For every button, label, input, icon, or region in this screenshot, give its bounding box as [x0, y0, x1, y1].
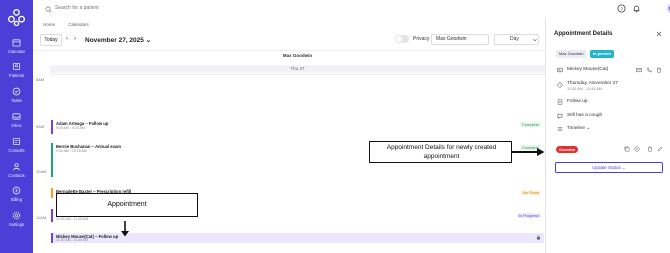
appointment-reason: Follow up [567, 99, 588, 104]
appointment-time-range: 11:30 AM - 11:45 AM [567, 87, 602, 91]
lock-icon [537, 235, 540, 240]
annotation-details-text: Appointment Details for newly created ap… [386, 144, 497, 160]
appointment-block[interactable]: Adam Arteaga – Follow up 9:00 AM - 9:15 … [51, 120, 544, 134]
annotation-appointment-box: Appointment [56, 193, 198, 217]
appointment-time: 9:30 AM - 10:15 AM [56, 149, 87, 153]
search-icon [45, 6, 52, 13]
delete-icon[interactable] [647, 146, 653, 152]
appointment-note: Still has a cough [567, 113, 603, 118]
privacy-toggle[interactable] [395, 35, 409, 43]
arrow-down-icon [121, 221, 129, 237]
sidebar-item-label: Consults [8, 148, 25, 153]
hour-label: 11AM [36, 215, 47, 220]
trash-icon[interactable] [656, 67, 662, 73]
inbox-icon [12, 113, 21, 120]
provider-select[interactable]: Max Goodwin [431, 34, 489, 45]
sidebar: Calendar Patients Tasks Inbox Consults C… [0, 0, 33, 253]
timeline-icon [557, 127, 563, 131]
day-header: Thu 27 [50, 65, 545, 73]
sidebar-item-label: Inbox [11, 123, 22, 128]
privacy-label: Privacy [413, 36, 430, 42]
svg-text:$: $ [636, 147, 638, 151]
sidebar-item-label: Billing [10, 197, 23, 202]
visit-type-tag: In person [590, 50, 615, 58]
hour-label: 9AM [36, 124, 45, 129]
sidebar-item-label: Tasks [11, 98, 22, 103]
patient-search[interactable] [43, 4, 293, 15]
timeline-toggle[interactable]: Timeline ⌄ [567, 126, 590, 131]
appointment-time: 9:00 AM - 9:15 AM [56, 126, 85, 130]
sidebar-item-calendar[interactable]: Calendar [0, 38, 33, 54]
patients-icon [12, 62, 21, 71]
sidebar-item-settings[interactable]: Settings [0, 211, 33, 227]
chevron-down-icon [533, 38, 537, 42]
sidebar-item-inbox[interactable]: Inbox [0, 112, 33, 128]
hour-label: 10AM [36, 169, 47, 174]
note-icon [557, 113, 563, 119]
sidebar-item-label: Contacts [8, 173, 25, 178]
billing-icon: $ [12, 186, 21, 195]
next-day-button[interactable]: › [74, 36, 76, 42]
provider-column-header: Max Goodwin [282, 53, 313, 58]
sidebar-item-consults[interactable]: Consults [0, 137, 33, 153]
sidebar-item-contacts[interactable]: Contacts [0, 162, 33, 178]
copy-icon[interactable] [624, 146, 630, 152]
svg-text:$: $ [15, 188, 18, 193]
bell-icon[interactable] [632, 4, 641, 13]
mail-icon[interactable] [636, 67, 642, 73]
today-button[interactable]: Today [40, 34, 62, 46]
calendar-icon [12, 39, 21, 47]
appointment-details-panel: Appointment Details Max Goodwin In perso… [545, 18, 670, 253]
sidebar-item-label: Settings [8, 222, 25, 227]
help-icon[interactable]: ? [617, 4, 626, 13]
patient-card-icon [557, 67, 563, 73]
sidebar-item-billing[interactable]: $ Billing [0, 186, 33, 202]
phone-icon[interactable] [646, 67, 652, 73]
patient-name[interactable]: Mickey Mouse(Cat) [567, 67, 608, 72]
date-picker-title[interactable]: November 27, 2025 ⌄ [85, 36, 151, 44]
breadcrumb-home[interactable]: Home [43, 22, 55, 27]
billing-action-icon[interactable]: $ [634, 146, 640, 152]
status-badge: In Progress [516, 213, 541, 218]
svg-text:?: ? [620, 6, 623, 12]
settings-icon [12, 211, 21, 220]
status-badge: Complete [519, 122, 541, 127]
search-input[interactable] [55, 5, 255, 11]
edit-icon[interactable] [657, 146, 663, 152]
sidebar-item-tasks[interactable]: Tasks [0, 87, 33, 103]
top-bar: ? MG + [33, 0, 670, 18]
close-icon[interactable] [656, 31, 662, 37]
hour-label: 8AM [36, 77, 45, 82]
consults-icon [12, 137, 21, 146]
sidebar-item-label: Patients [8, 73, 25, 78]
tasks-icon [12, 87, 21, 96]
app-logo-icon[interactable] [8, 9, 25, 26]
provider-tag: Max Goodwin [556, 50, 587, 58]
sidebar-item-patients[interactable]: Patients [0, 62, 33, 78]
sidebar-item-label: Calendar [8, 49, 25, 54]
hour-line [50, 74, 545, 75]
view-select-value: Day [510, 36, 519, 42]
appointment-time: 11:00 AM - 11:15 AM [56, 217, 89, 221]
clock-icon [557, 82, 563, 88]
arrow-right-icon [512, 148, 545, 156]
breadcrumb: Home Calendars [43, 22, 101, 27]
prev-day-button[interactable]: ‹ [66, 36, 68, 42]
update-status-button[interactable]: Update Status ⌄ [555, 162, 663, 173]
annotation-details-box: Appointment Details for newly created ap… [369, 141, 512, 163]
breadcrumb-calendars[interactable]: Calendars [68, 22, 89, 27]
app-root: Calendar Patients Tasks Inbox Consults C… [0, 0, 670, 253]
calendar-toolbar: Today ‹ › November 27, 2025 ⌄ Privacy Ma… [33, 34, 545, 48]
panel-title: Appointment Details [554, 31, 613, 37]
status-badge: No Show [520, 190, 541, 195]
contacts-icon [13, 163, 20, 171]
appointment-time: 11:30 AM - 11:45 AM [56, 238, 89, 242]
reason-icon [557, 99, 563, 105]
view-select[interactable]: Day [494, 34, 539, 45]
appointment-date: Thursday, November 27 [567, 81, 619, 86]
annotation-appointment-text: Appointment [107, 201, 147, 208]
status-badge-overdue: Overdue [556, 146, 579, 153]
